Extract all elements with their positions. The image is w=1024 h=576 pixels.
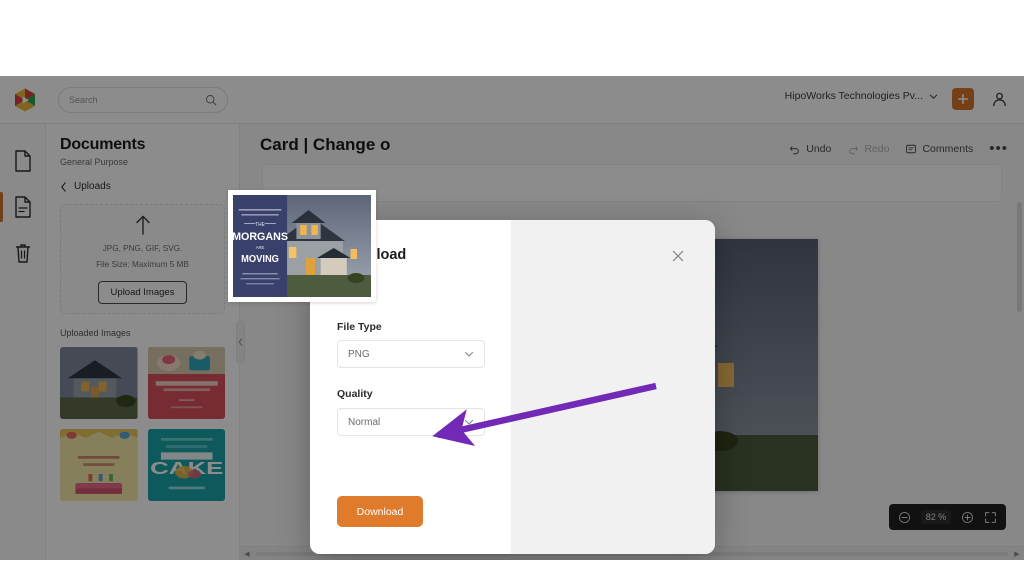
search-input[interactable] [69,95,205,105]
zoom-out-icon[interactable] [898,511,911,524]
upload-arrow-icon [135,215,150,235]
zoom-level-value[interactable]: 82 % [921,510,951,524]
chevron-down-icon [464,351,474,357]
left-icon-rail [0,124,46,560]
close-icon [672,250,684,262]
house-photo-image [60,347,138,419]
fullscreen-icon[interactable] [984,511,997,524]
zoom-in-icon[interactable] [961,511,974,524]
canvas-toolbar: Undo Redo Comments ••• [789,140,1008,157]
top-bar: HipoWorks Technologies Pv... [0,76,1024,124]
close-modal-button[interactable] [670,248,686,264]
file-type-select[interactable]: PNG [337,340,485,368]
page-title: Card | Change o [260,135,391,154]
screenshot-root: Card | Change o Undo Redo Comments ••• 8… [0,0,1024,576]
upload-dropzone[interactable]: JPG, PNG, GIF, SVG. File Size: Maximum 5… [60,204,225,314]
rail-item-blank-document[interactable] [0,138,46,184]
undo-label: Undo [806,142,832,155]
undo-button[interactable]: Undo [789,143,831,155]
happy-birthday-card-image [60,429,138,501]
svg-text:ARE: ARE [256,245,265,250]
upload-images-button[interactable]: Upload Images [97,281,188,305]
modal-right-panel [511,220,715,554]
chevron-down-icon [464,419,474,425]
hexagon-play-logo[interactable] [12,87,38,113]
rail-item-text-document[interactable] [0,184,46,230]
cake-card-thumbnail[interactable]: CAKE [147,429,225,501]
house-photo-thumbnail[interactable] [60,347,138,419]
happy-birthday-card-thumbnail[interactable] [60,429,138,501]
quality-select[interactable]: Normal [337,408,485,436]
trash-icon [15,244,31,263]
comment-icon [906,144,917,153]
rail-item-trash[interactable] [0,230,46,276]
moving-announcement-card-preview[interactable]: THE MORGANS ARE MOVING [228,190,376,302]
search-box[interactable] [58,87,228,113]
chevron-left-icon [61,181,66,192]
redo-label: Redo [864,142,890,155]
download-button[interactable]: Download [337,496,423,527]
more-options-button[interactable]: ••• [989,140,1008,157]
upload-formats-text: JPG, PNG, GIF, SVG. [102,243,183,253]
redo-button[interactable]: Redo [847,143,889,155]
file-type-value: PNG [348,348,370,360]
plus-icon [958,94,968,104]
svg-text:MOVING: MOVING [241,254,279,265]
breadcrumb-uploads[interactable]: Uploads [60,181,225,192]
svg-text:MORGANS: MORGANS [233,231,288,243]
quality-value: Normal [348,416,381,428]
preview-card-image: THE MORGANS ARE MOVING [233,195,371,297]
user-icon [992,92,1006,106]
redo-icon [849,145,859,154]
chevron-down-icon [929,94,938,99]
search-icon[interactable] [205,94,217,106]
cake-card-image: CAKE [147,429,225,501]
documents-sidebar: Documents General Purpose Uploads JPG, P… [46,124,240,560]
vertical-scroll-thumb[interactable] [1017,202,1022,312]
file-type-label: File Type [337,321,382,333]
sidebar-title: Documents [60,136,146,153]
comments-button[interactable]: Comments [905,143,973,155]
upload-filesize-text: File Size: Maximum 5 MB [96,260,189,269]
sidebar-subtitle: General Purpose [60,157,129,167]
organization-selector[interactable]: HipoWorks Technologies Pv... [785,90,938,102]
uploaded-thumbnails-grid: CAKE [60,347,225,501]
quality-label: Quality [337,388,373,400]
comments-label: Comments [922,142,974,155]
application-window: Card | Change o Undo Redo Comments ••• 8… [0,76,1024,560]
organization-name: HipoWorks Technologies Pv... [784,90,923,102]
birthday-cupcake-card-image [147,347,225,419]
uploaded-images-label: Uploaded Images [60,328,131,338]
chevron-left-small-icon [238,338,243,346]
document-lines-icon [15,196,31,218]
add-new-button[interactable] [952,88,974,110]
birthday-cupcake-card-thumbnail[interactable] [147,347,225,419]
document-icon [15,150,31,172]
svg-text:THE: THE [255,222,265,228]
user-account-button[interactable] [988,88,1010,110]
breadcrumb-label: Uploads [74,181,111,192]
canvas-vertical-scrollbar[interactable] [1015,202,1024,542]
zoom-controls: 82 % [889,504,1006,530]
scroll-right-arrow[interactable]: ▶ [1010,550,1024,558]
undo-icon [790,145,799,154]
sidebar-collapse-handle[interactable] [236,321,245,363]
scroll-left-arrow[interactable]: ◀ [240,550,254,558]
